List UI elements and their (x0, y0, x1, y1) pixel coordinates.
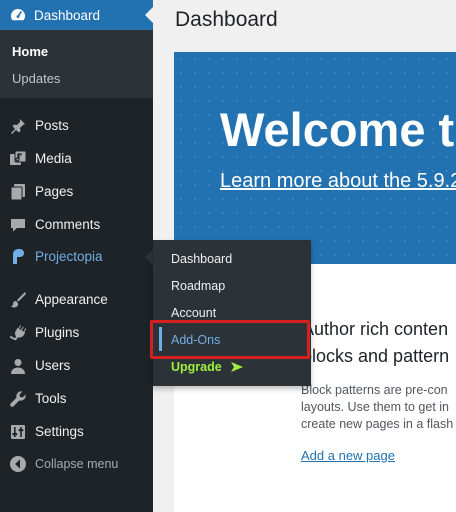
welcome-panel: Welcome to Learn more about the 5.9.2 v (174, 52, 456, 264)
panel-heading-line: Author rich conten (302, 319, 449, 339)
arrow-right-icon (230, 362, 243, 372)
learn-more-link[interactable]: Learn more about the 5.9.2 v (220, 170, 456, 193)
collapse-menu-button[interactable]: Collapse menu (0, 447, 153, 480)
plugin-icon (9, 324, 27, 342)
highlight-box (150, 320, 310, 359)
admin-sidebar: Dashboard Home Updates Posts Media Pages (0, 0, 153, 512)
sidebar-item-plugins[interactable]: Plugins (0, 316, 153, 349)
add-new-page-link[interactable]: Add a new page (301, 448, 395, 463)
sidebar-item-label: Appearance (35, 292, 108, 307)
sidebar-item-label: Posts (35, 118, 69, 133)
upgrade-label: Upgrade (171, 360, 222, 374)
sidebar-item-label: Users (35, 358, 71, 373)
sidebar-item-posts[interactable]: Posts (0, 109, 153, 142)
projectopia-flyout-menu: Dashboard Roadmap Account Add-Ons Upgrad… (153, 240, 311, 386)
panel-heading-line: blocks and pattern (302, 346, 450, 366)
sidebar-item-pages[interactable]: Pages (0, 175, 153, 208)
sidebar-item-tools[interactable]: Tools (0, 382, 153, 415)
media-icon (9, 150, 27, 168)
panel-text-line: Block patterns are pre-con (301, 383, 448, 397)
welcome-heading: Welcome to (220, 103, 456, 156)
sidebar-item-label: Comments (35, 217, 101, 232)
panel-heading: Author rich conten blocks and pattern (302, 316, 456, 370)
sidebar-item-label: Tools (35, 391, 67, 406)
sidebar-item-projectopia[interactable]: Projectopia (0, 240, 153, 273)
page-title: Dashboard (175, 8, 278, 31)
dashboard-submenu: Home Updates (0, 30, 153, 98)
collapse-icon (9, 455, 27, 473)
wrench-icon (9, 390, 27, 408)
flyout-item-dashboard[interactable]: Dashboard (171, 252, 232, 266)
sidebar-item-label: Pages (35, 184, 74, 199)
panel-text-line: create new pages in a flash (301, 417, 454, 431)
sidebar-item-label: Media (35, 151, 72, 166)
users-icon (9, 357, 27, 375)
submenu-home[interactable]: Home (12, 44, 48, 59)
sidebar-item-label: Collapse menu (35, 456, 119, 471)
sidebar-item-appearance[interactable]: Appearance (0, 283, 153, 316)
paintbrush-icon (9, 291, 27, 309)
dashboard-icon (10, 7, 26, 23)
flyout-item-roadmap[interactable]: Roadmap (171, 279, 225, 293)
flyout-item-upgrade[interactable]: Upgrade (171, 360, 244, 374)
flyout-item-account[interactable]: Account (171, 306, 216, 320)
panel-description: Block patterns are pre-con layouts. Use … (301, 382, 453, 433)
settings-icon (9, 423, 27, 441)
sidebar-item-label: Dashboard (34, 7, 101, 23)
pin-icon (9, 117, 27, 135)
sidebar-item-label: Projectopia (35, 249, 103, 264)
current-notch (145, 7, 153, 23)
projectopia-icon (9, 248, 27, 266)
panel-text-line: layouts. Use them to get in (301, 400, 449, 414)
pages-icon (9, 183, 27, 201)
sidebar-item-settings[interactable]: Settings (0, 415, 153, 448)
sidebar-item-media[interactable]: Media (0, 142, 153, 175)
sidebar-item-label: Settings (35, 424, 84, 439)
wp-admin: Dashboard Home Updates Posts Media Pages (0, 0, 456, 512)
sidebar-item-users[interactable]: Users (0, 349, 153, 382)
sidebar-item-comments[interactable]: Comments (0, 208, 153, 241)
sidebar-item-label: Plugins (35, 325, 80, 340)
sidebar-item-dashboard[interactable]: Dashboard (0, 0, 153, 30)
comments-icon (9, 216, 27, 234)
submenu-updates[interactable]: Updates (12, 71, 60, 86)
